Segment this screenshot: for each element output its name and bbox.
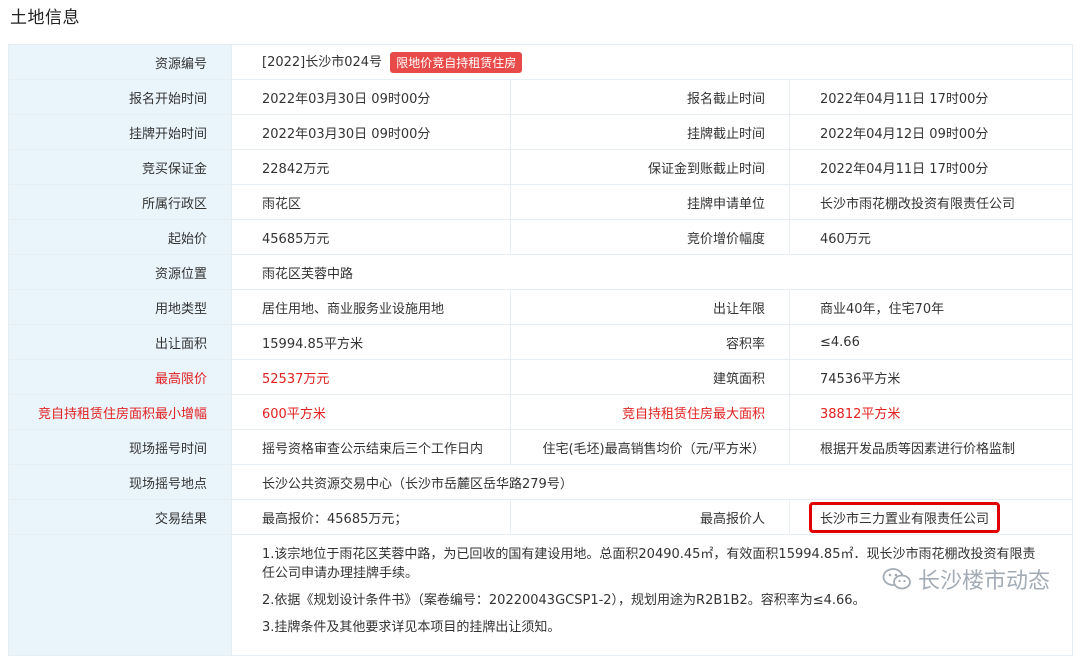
label-plot-ratio: 容积率 — [510, 324, 790, 360]
value-rental-min-increment: 600平方米 — [231, 394, 511, 430]
label-lottery-time: 现场摇号时间 — [8, 429, 232, 465]
label-deposit-deadline: 保证金到账截止时间 — [510, 149, 790, 185]
table-row: 现场摇号时间 摇号资格审查公示结束后三个工作日内 住宅(毛坯)最高销售均价（元/… — [8, 429, 1074, 465]
label-area: 出让面积 — [8, 324, 232, 360]
value-land-use: 居住用地、商业服务业设施用地 — [231, 289, 511, 325]
table-row: 现场摇号地点 长沙公共资源交易中心（长沙市岳麓区岳华路279号） — [8, 464, 1074, 500]
label-term: 出让年限 — [510, 289, 790, 325]
label-max-sale-price: 住宅(毛坯)最高销售均价（元/平方米） — [510, 429, 790, 465]
table-row: 起始价 45685万元 竞价增价幅度 460万元 — [8, 219, 1074, 255]
label-district: 所属行政区 — [8, 184, 232, 220]
value-start-price: 45685万元 — [231, 219, 511, 255]
label-land-use: 用地类型 — [8, 289, 232, 325]
value-listing-start: 2022年03月30日 09时00分 — [231, 114, 511, 150]
value-increment: 460万元 — [788, 219, 1074, 255]
table-row: 资源编号 [2022]长沙市024号 限地价竞自持租赁住房 — [8, 44, 1074, 80]
value-area: 15994.85平方米 — [231, 324, 511, 360]
label-result: 交易结果 — [8, 499, 232, 535]
label-max-price: 最高限价 — [8, 359, 232, 395]
label-applicant: 挂牌申请单位 — [510, 184, 790, 220]
top-bidder-highlight: 长沙市三力置业有限责任公司 — [809, 501, 1001, 533]
table-row: 竞自持租赁住房面积最小增幅 600平方米 竞自持租赁住房最大面积 38812平方… — [8, 394, 1074, 430]
label-deposit: 竞买保证金 — [8, 149, 232, 185]
table-row: 1.该宗地位于雨花区芙蓉中路，为已回收的国有建设用地。总面积20490.45㎡，… — [8, 534, 1074, 656]
table-row: 挂牌开始时间 2022年03月30日 09时00分 挂牌截止时间 2022年04… — [8, 114, 1074, 150]
label-lottery-place: 现场摇号地点 — [8, 464, 232, 500]
value-district: 雨花区 — [231, 184, 511, 220]
label-listing-start: 挂牌开始时间 — [8, 114, 232, 150]
watermark: 长沙楼市动态 — [882, 563, 1050, 595]
table-row: 资源位置 雨花区芙蓉中路 — [8, 254, 1074, 290]
watermark-text: 长沙楼市动态 — [917, 569, 1050, 594]
notes-cell: 1.该宗地位于雨花区芙蓉中路，为已回收的国有建设用地。总面积20490.45㎡，… — [230, 534, 1074, 656]
value-top-bidder: 长沙市三力置业有限责任公司 — [788, 499, 1074, 535]
label-location: 资源位置 — [8, 254, 232, 290]
value-applicant: 长沙市雨花棚改投资有限责任公司 — [788, 184, 1074, 220]
value-location: 雨花区芙蓉中路 — [230, 254, 1074, 290]
value-term: 商业40年，住宅70年 — [788, 289, 1074, 325]
page-title: 土地信息 — [10, 8, 80, 28]
label-top-bidder: 最高报价人 — [510, 499, 790, 535]
resource-id-text: [2022]长沙市024号 — [262, 55, 383, 70]
table-row: 报名开始时间 2022年03月30日 09时00分 报名截止时间 2022年04… — [8, 79, 1074, 115]
value-floor-area: 74536平方米 — [788, 359, 1074, 395]
label-notes — [8, 534, 232, 656]
label-increment: 竞价增价幅度 — [510, 219, 790, 255]
table-row: 出让面积 15994.85平方米 容积率 ≤4.66 — [8, 324, 1074, 360]
label-floor-area: 建筑面积 — [510, 359, 790, 395]
value-signup-start: 2022年03月30日 09时00分 — [231, 79, 511, 115]
label-start-price: 起始价 — [8, 219, 232, 255]
label-rental-max-area: 竞自持租赁住房最大面积 — [510, 394, 790, 430]
value-resource-id: [2022]长沙市024号 限地价竞自持租赁住房 — [230, 44, 1074, 80]
table-row: 最高限价 52537万元 建筑面积 74536平方米 — [8, 359, 1074, 395]
value-listing-end: 2022年04月12日 09时00分 — [788, 114, 1074, 150]
value-lottery-time: 摇号资格审查公示结束后三个工作日内 — [231, 429, 511, 465]
value-max-price: 52537万元 — [231, 359, 511, 395]
value-deposit: 22842万元 — [231, 149, 511, 185]
value-lottery-place: 长沙公共资源交易中心（长沙市岳麓区岳华路279号） — [230, 464, 1074, 500]
status-badge: 限地价竞自持租赁住房 — [390, 52, 523, 73]
note-item: 3.挂牌条件及其他要求详见本项目的挂牌出让须知。 — [262, 620, 561, 635]
table-row: 所属行政区 雨花区 挂牌申请单位 长沙市雨花棚改投资有限责任公司 — [8, 184, 1074, 220]
value-deposit-deadline: 2022年04月11日 17时00分 — [788, 149, 1074, 185]
value-rental-max-area: 38812平方米 — [788, 394, 1074, 430]
table-row: 竞买保证金 22842万元 保证金到账截止时间 2022年04月11日 17时0… — [8, 149, 1074, 185]
label-listing-end: 挂牌截止时间 — [510, 114, 790, 150]
value-plot-ratio: ≤4.66 — [788, 324, 1074, 360]
value-signup-end: 2022年04月11日 17时00分 — [788, 79, 1074, 115]
table-row: 用地类型 居住用地、商业服务业设施用地 出让年限 商业40年，住宅70年 — [8, 289, 1074, 325]
label-signup-start: 报名开始时间 — [8, 79, 232, 115]
value-result: 最高报价：45685万元； — [231, 499, 511, 535]
label-rental-min-increment: 竞自持租赁住房面积最小增幅 — [8, 394, 232, 430]
table-row: 交易结果 最高报价：45685万元； 最高报价人 长沙市三力置业有限责任公司 — [8, 499, 1074, 535]
value-max-sale-price: 根据开发品质等因素进行价格监制 — [788, 429, 1074, 465]
label-resource-id: 资源编号 — [8, 44, 232, 80]
label-signup-end: 报名截止时间 — [510, 79, 790, 115]
wechat-icon — [882, 568, 911, 590]
